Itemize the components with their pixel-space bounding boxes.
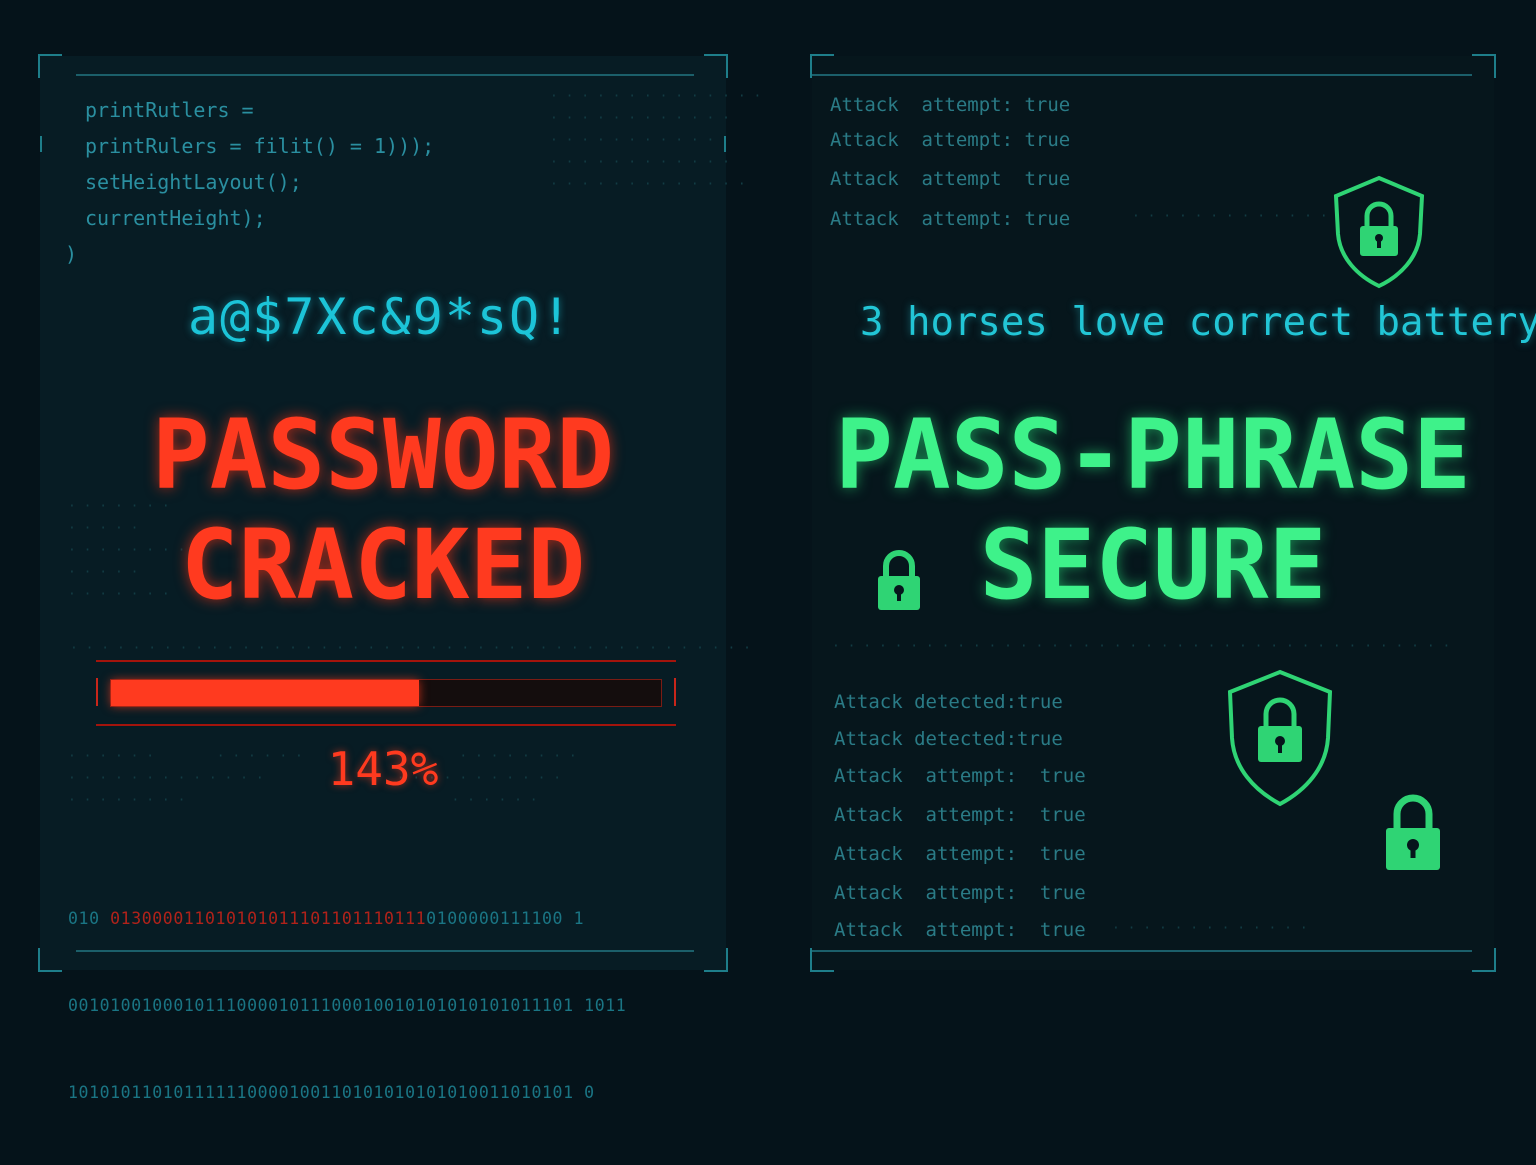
attack-log-top: Attack attempt: true Attack attempt: tru… xyxy=(830,90,1070,239)
passphrase-panel: · · · · · · · · · · · · · · · · · · · · … xyxy=(810,54,1536,972)
title-line: PASSWORD xyxy=(151,399,615,511)
frame-divider xyxy=(76,74,694,76)
code-snippet: ) printRutlers = printRulers = filit() =… xyxy=(65,92,435,266)
binary-stream: 010 013000011010101011101101110111010000… xyxy=(68,846,626,1165)
frame-divider xyxy=(812,950,1472,952)
attack-log-line: Attack attempt true xyxy=(830,168,1071,190)
code-line: printRulers = filit() = 1))); xyxy=(85,134,435,158)
attack-log-line: Attack attempt: true xyxy=(834,804,1086,826)
frame-corner xyxy=(1472,54,1496,78)
code-line: setHeightLayout(); xyxy=(85,170,302,194)
background-noise: · · · · · · · · · · · · · xyxy=(1132,209,1328,224)
padlock-icon xyxy=(1382,792,1444,872)
password-text: a@$7Xc&9*sQ! xyxy=(188,288,574,346)
progress-label: 143% xyxy=(327,742,439,796)
code-line: printRutlers = xyxy=(85,98,254,122)
attack-log-line: Attack detected:true xyxy=(834,691,1063,713)
attack-log-line: Attack attempt: true xyxy=(834,919,1086,941)
binary-highlight: 013000011010101011101101110111 xyxy=(110,909,427,928)
attack-log-line: Attack attempt: true xyxy=(830,94,1071,116)
progress-endcap xyxy=(96,678,98,706)
frame-tick xyxy=(40,136,42,152)
attack-log-line: Attack attempt: true xyxy=(834,843,1086,865)
title-line: PASS-PHRASE xyxy=(835,399,1471,511)
background-noise: · · · · · · · · · · · · · · · · · · · · … xyxy=(832,639,1451,654)
padlock-icon xyxy=(874,548,924,612)
background-noise: · · · · · · · · · · · · · · · · · · · · … xyxy=(70,641,751,656)
password-cracked-title: PASSWORD CRACKED xyxy=(40,400,726,620)
progress-fill xyxy=(111,680,419,706)
frame-corner xyxy=(1472,948,1496,972)
attack-log-line: Attack attempt: true xyxy=(830,129,1071,151)
binary-row: 0010100100010111000010111000100101010101… xyxy=(68,996,627,1015)
attack-log-line: Attack attempt: true xyxy=(834,882,1086,904)
background-noise: · · · · · · · · · · · · · xyxy=(1112,921,1308,936)
shield-lock-icon xyxy=(1224,668,1336,808)
attack-log-line: Attack attempt: true xyxy=(834,765,1086,787)
crack-progress xyxy=(96,660,676,726)
attack-log-bottom: Attack detected:true Attack detected:tru… xyxy=(834,684,1086,949)
attack-log-line: Attack detected:true xyxy=(834,728,1063,750)
progress-endcap xyxy=(674,678,676,706)
binary-row: 010 013000011010101011101101110111010000… xyxy=(68,909,585,928)
shield-lock-icon xyxy=(1330,174,1428,290)
code-prefix: ) xyxy=(65,242,78,266)
frame-divider xyxy=(812,74,1472,76)
background-noise: · · · · · · · · · · · · · · · · · · · · … xyxy=(550,89,762,192)
password-panel: · · · · · · · · · · · · · · · · · · · · … xyxy=(38,54,761,1102)
frame-corner xyxy=(704,54,728,78)
passphrase-text: 3 horses love correct battery xyxy=(860,300,1536,345)
binary-row: 1010101101011111100001001101010101010100… xyxy=(68,1083,595,1102)
frame-corner xyxy=(38,54,62,78)
progress-track xyxy=(110,679,662,707)
attack-log-line: Attack attempt: true xyxy=(830,208,1071,230)
frame-corner xyxy=(38,948,62,972)
code-line: currentHeight); xyxy=(85,206,266,230)
title-line: CRACKED xyxy=(180,509,586,621)
frame-corner xyxy=(704,948,728,972)
